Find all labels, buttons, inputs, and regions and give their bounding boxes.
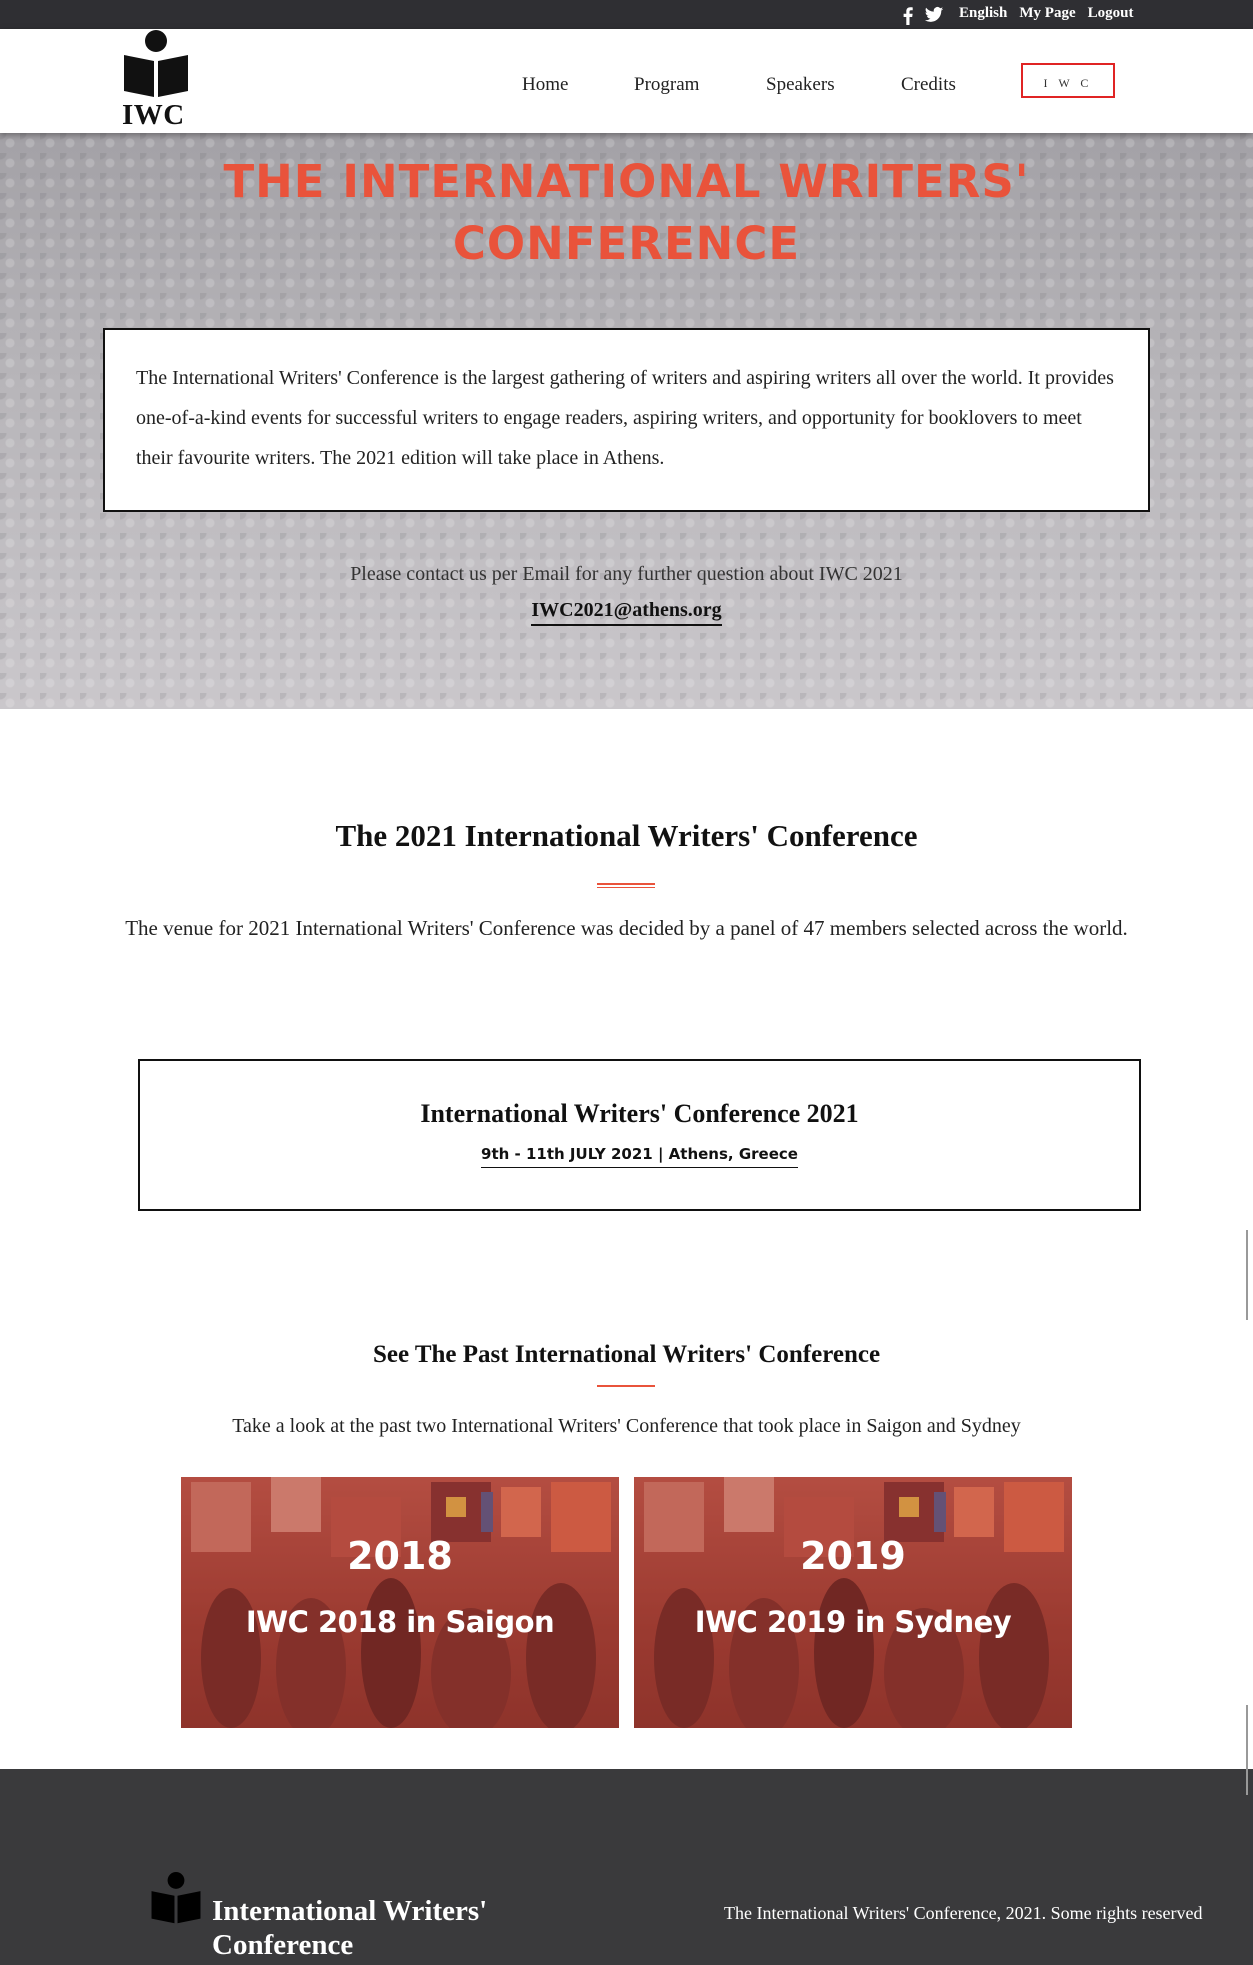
- footer-logo-icon: [151, 1872, 201, 1924]
- past-card-2019[interactable]: 2019 IWC 2019 in Sydney: [634, 1477, 1072, 1728]
- past-section-text: Take a look at the past two Internationa…: [232, 1415, 1021, 1437]
- contact-text: Please contact us per Email for any furt…: [350, 563, 903, 585]
- book-reader-icon: [124, 30, 188, 97]
- my-page-link[interactable]: My Page: [1019, 5, 1075, 22]
- event-date-text: 9th - 11th JULY 2021 | Athens, Greece: [481, 1145, 798, 1168]
- past-section-divider: [597, 1385, 655, 1387]
- event-title: International Writers' Conference 2021: [420, 1099, 859, 1128]
- card-year: 2018: [347, 1534, 453, 1578]
- nav-speakers[interactable]: Speakers: [766, 74, 835, 96]
- scrollbar-thumb[interactable]: [1246, 1230, 1248, 1320]
- facebook-icon[interactable]: [898, 5, 918, 26]
- nav-iwc-active[interactable]: I W C: [1021, 63, 1115, 98]
- site-header: IWC Home Program Speakers Credits I W C: [0, 29, 1253, 133]
- social-links: [898, 5, 944, 26]
- event-date: 9th - 11th JULY 2021 | Athens, Greece: [140, 1145, 1139, 1168]
- section-2021-divider: [597, 883, 655, 888]
- section-2021-title: The 2021 International Writers' Conferen…: [335, 818, 918, 853]
- logo-text: IWC: [122, 99, 185, 131]
- nav-credits[interactable]: Credits: [901, 74, 956, 96]
- hero-title-line1: THE INTERNATIONAL WRITERS': [223, 155, 1030, 208]
- site-footer: International Writers' Conference The In…: [0, 1769, 1253, 1965]
- utility-links: English My Page Logout: [959, 5, 1133, 22]
- footer-rights: The International Writers' Conference, 2…: [724, 1903, 1203, 1923]
- event-box: International Writers' Conference 2021 9…: [138, 1059, 1141, 1211]
- footer-site-name: International Writers' Conference: [212, 1895, 488, 1961]
- hero-title-line2: CONFERENCE: [452, 217, 801, 270]
- site-logo[interactable]: IWC: [120, 29, 190, 133]
- past-section-title: See The Past International Writers' Conf…: [372, 1341, 881, 1368]
- section-2021-text: The venue for 2021 International Writers…: [125, 916, 1128, 940]
- card-overlay: [634, 1477, 1072, 1728]
- past-card-2018[interactable]: 2018 IWC 2018 in Saigon: [181, 1477, 619, 1728]
- logout-link[interactable]: Logout: [1088, 5, 1134, 22]
- hero-title: THE INTERNATIONAL WRITERS' CONFERENCE: [0, 151, 1253, 275]
- hero-description: The International Writers' Conference is…: [103, 328, 1150, 512]
- card-label: IWC 2019 in Sydney: [694, 1605, 1012, 1639]
- nav-home[interactable]: Home: [522, 74, 568, 96]
- language-link[interactable]: English: [959, 5, 1007, 22]
- contact-email-link[interactable]: IWC2021@athens.org: [531, 599, 722, 626]
- card-label: IWC 2018 in Saigon: [245, 1605, 555, 1639]
- card-overlay: [181, 1477, 619, 1728]
- card-year: 2019: [800, 1534, 906, 1578]
- scrollbar-thumb-lower[interactable]: [1246, 1705, 1248, 1795]
- hero-section: THE INTERNATIONAL WRITERS' CONFERENCE Th…: [0, 133, 1253, 709]
- top-utility-bar: English My Page Logout: [0, 0, 1253, 29]
- nav-program[interactable]: Program: [634, 74, 699, 96]
- contact-email-wrap: IWC2021@athens.org: [0, 599, 1253, 626]
- twitter-icon[interactable]: [924, 5, 944, 25]
